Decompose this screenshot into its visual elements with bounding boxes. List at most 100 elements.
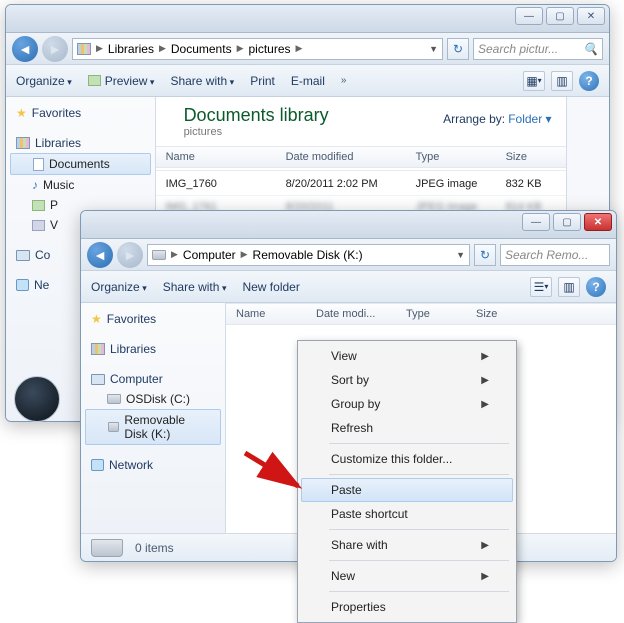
close-button[interactable]: ✕ xyxy=(584,213,612,231)
back-button[interactable]: ◄ xyxy=(12,36,38,62)
column-date-modified[interactable]: Date modi... xyxy=(306,308,396,320)
forward-button[interactable]: ► xyxy=(42,36,68,62)
ctx-group-by[interactable]: Group by▶ xyxy=(301,392,513,416)
view-options-button[interactable]: ☰▾ xyxy=(530,277,552,297)
titlebar[interactable]: — ▢ ✕ xyxy=(81,211,616,239)
share-with-menu[interactable]: Share with xyxy=(163,280,227,294)
maximize-button[interactable]: ▢ xyxy=(546,7,574,25)
submenu-arrow-icon: ▶ xyxy=(481,375,489,386)
address-bar[interactable]: ▶ Computer ▶ Removable Disk (K:) ▼ xyxy=(147,244,470,266)
drive-icon xyxy=(107,394,121,404)
sidebar-libraries-label: Libraries xyxy=(35,136,81,150)
share-with-menu[interactable]: Share with xyxy=(170,74,234,88)
column-date-modified[interactable]: Date modified xyxy=(276,151,406,163)
sidebar-item-osdisk[interactable]: OSDisk (C:) xyxy=(81,389,225,409)
organize-menu[interactable]: Organize xyxy=(16,74,72,88)
ctx-label: Properties xyxy=(331,600,386,614)
column-size[interactable]: Size xyxy=(466,308,526,320)
column-headers[interactable]: Name Date modi... Type Size xyxy=(226,303,616,325)
ctx-separator xyxy=(329,560,509,561)
print-button[interactable]: Print xyxy=(250,74,275,88)
crumb-removable[interactable]: Removable Disk (K:) xyxy=(253,248,363,262)
titlebar[interactable]: — ▢ ✕ xyxy=(6,5,609,33)
organize-menu[interactable]: Organize xyxy=(91,280,147,294)
ctx-paste[interactable]: Paste xyxy=(301,478,513,502)
ctx-label: Paste shortcut xyxy=(331,507,408,521)
ctx-label: Group by xyxy=(331,397,380,411)
crumb-computer[interactable]: Computer xyxy=(183,248,236,262)
ctx-refresh[interactable]: Refresh xyxy=(301,416,513,440)
drive-icon xyxy=(108,422,119,432)
crumb-sep: ▶ xyxy=(240,249,249,260)
command-bar: Organize Share with New folder ☰▾ ▥ ? xyxy=(81,271,616,303)
address-dropdown-icon[interactable]: ▼ xyxy=(456,250,465,260)
ctx-view[interactable]: View▶ xyxy=(301,344,513,368)
sidebar-item-music[interactable]: ♪Music xyxy=(6,175,155,195)
preview-pane-button[interactable]: ▥ xyxy=(551,71,573,91)
crumb-documents[interactable]: Documents xyxy=(171,42,232,56)
sidebar-computer-label: Computer xyxy=(110,372,163,386)
ctx-paste-shortcut[interactable]: Paste shortcut xyxy=(301,502,513,526)
arrange-by[interactable]: Arrange by: Folder ▾ xyxy=(443,112,551,126)
new-folder-button[interactable]: New folder xyxy=(242,280,299,294)
ctx-customize-folder[interactable]: Customize this folder... xyxy=(301,447,513,471)
view-options-button[interactable]: ▦▾ xyxy=(523,71,545,91)
sidebar-libraries[interactable]: Libraries xyxy=(6,133,155,153)
column-type[interactable]: Type xyxy=(396,308,466,320)
ctx-label: Sort by xyxy=(331,373,369,387)
crumb-pictures[interactable]: pictures xyxy=(249,42,291,56)
ctx-share-with[interactable]: Share with▶ xyxy=(301,533,513,557)
file-row[interactable]: IMG_1760 8/20/2011 2:02 PM JPEG image 83… xyxy=(156,173,566,196)
arrange-by-label: Arrange by: xyxy=(443,112,505,126)
ctx-separator xyxy=(329,529,509,530)
ctx-separator xyxy=(329,591,509,592)
column-type[interactable]: Type xyxy=(406,151,496,163)
ctx-separator xyxy=(329,443,509,444)
network-icon xyxy=(91,459,104,471)
sidebar-network[interactable]: Network xyxy=(81,455,225,475)
drive-icon xyxy=(91,539,123,557)
sidebar-computer[interactable]: Computer xyxy=(81,369,225,389)
forward-button[interactable]: ► xyxy=(117,242,143,268)
email-button[interactable]: E-mail xyxy=(291,74,325,88)
ctx-sort-by[interactable]: Sort by ▶ xyxy=(301,368,513,392)
preview-menu[interactable]: Preview xyxy=(88,74,155,88)
help-button[interactable]: ? xyxy=(586,277,606,297)
sidebar-item-label: V xyxy=(50,218,58,232)
search-box[interactable]: Search pictur... 🔍 xyxy=(473,38,603,60)
address-bar[interactable]: ▶ Libraries ▶ Documents ▶ pictures ▶ ▼ xyxy=(72,38,443,60)
sidebar-libraries[interactable]: Libraries xyxy=(81,339,225,359)
ctx-new[interactable]: New▶ xyxy=(301,564,513,588)
search-box[interactable]: Search Remo... xyxy=(500,244,610,266)
crumb-sep: ▶ xyxy=(236,43,245,54)
sidebar-item-removable[interactable]: Removable Disk (K:) xyxy=(85,409,221,445)
preview-thumbnail xyxy=(14,376,60,422)
ctx-label: New xyxy=(331,569,355,583)
minimize-button[interactable]: — xyxy=(515,7,543,25)
maximize-button[interactable]: ▢ xyxy=(553,213,581,231)
ctx-label: Refresh xyxy=(331,421,373,435)
ctx-properties[interactable]: Properties xyxy=(301,595,513,619)
refresh-button[interactable]: ↻ xyxy=(474,244,496,266)
column-name[interactable]: Name xyxy=(226,308,306,320)
preview-pane-button[interactable]: ▥ xyxy=(558,277,580,297)
column-headers[interactable]: Name Date modified Type Size xyxy=(156,146,566,168)
crumb-libraries[interactable]: Libraries xyxy=(108,42,154,56)
submenu-arrow-icon: ▶ xyxy=(481,540,489,551)
minimize-button[interactable]: — xyxy=(522,213,550,231)
help-button[interactable]: ? xyxy=(579,71,599,91)
refresh-button[interactable]: ↻ xyxy=(447,38,469,60)
column-name[interactable]: Name xyxy=(156,151,276,163)
column-size[interactable]: Size xyxy=(496,151,566,163)
back-button[interactable]: ◄ xyxy=(87,242,113,268)
status-item-count: 0 items xyxy=(135,541,174,555)
sidebar-favorites[interactable]: ★Favorites xyxy=(81,309,225,329)
sidebar-favorites[interactable]: ★Favorites xyxy=(6,103,155,123)
more-chevron-icon[interactable]: » xyxy=(341,75,347,86)
submenu-arrow-icon: ▶ xyxy=(481,351,489,362)
drive-icon xyxy=(152,250,166,260)
address-dropdown-icon[interactable]: ▼ xyxy=(429,44,438,54)
close-button[interactable]: ✕ xyxy=(577,7,605,25)
sidebar-computer-label: Co xyxy=(35,248,50,262)
sidebar-item-documents[interactable]: Documents xyxy=(10,153,151,175)
